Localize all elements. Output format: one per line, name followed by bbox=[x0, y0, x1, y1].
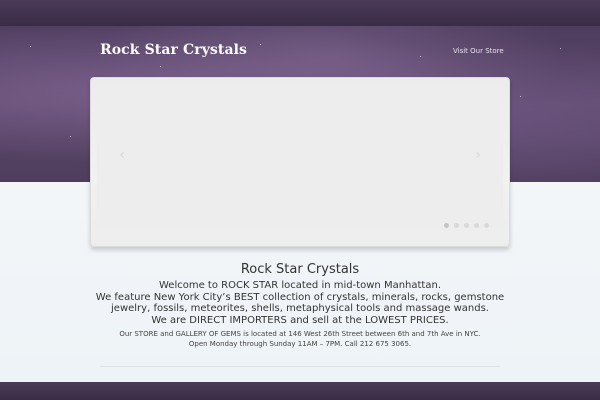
nav-visit-our-store[interactable]: Visit Our Store bbox=[453, 47, 504, 55]
chevron-left-icon[interactable]: ‹ bbox=[115, 148, 129, 162]
slider-dot[interactable] bbox=[474, 223, 479, 228]
intro-line: Welcome to ROCK STAR located in mid-town… bbox=[159, 280, 441, 291]
site-logo[interactable]: Rock Star Crystals bbox=[100, 42, 247, 58]
slider-dot[interactable] bbox=[464, 223, 469, 228]
top-bar bbox=[0, 0, 600, 26]
slider-dot[interactable] bbox=[484, 223, 489, 228]
store-info: Our STORE and GALLERY OF GEMS is located… bbox=[0, 330, 600, 349]
intro-line: We feature New York City’s BEST collecti… bbox=[95, 291, 505, 303]
image-slider[interactable]: ‹ › bbox=[90, 77, 510, 247]
intro-text: Welcome to ROCK STAR located in mid-town… bbox=[0, 280, 600, 326]
divider bbox=[100, 366, 500, 367]
chevron-right-icon[interactable]: › bbox=[471, 148, 485, 162]
page-title: Rock Star Crystals bbox=[240, 262, 360, 277]
slider-dot[interactable] bbox=[454, 223, 459, 228]
slider-dot[interactable] bbox=[444, 223, 449, 228]
slider-pagination bbox=[444, 223, 489, 228]
slide-area bbox=[97, 84, 503, 228]
store-hours: Open Monday through Sunday 11AM – 7PM. C… bbox=[188, 339, 412, 348]
main-content: Rock Star Crystals Welcome to ROCK STAR … bbox=[0, 262, 600, 349]
footer-bar bbox=[0, 382, 600, 400]
intro-line: jewelry, fossils, meteorites, shells, me… bbox=[111, 303, 489, 315]
intro-line: We are DIRECT IMPORTERS and sell at the … bbox=[151, 314, 449, 326]
store-address: Our STORE and GALLERY OF GEMS is located… bbox=[119, 330, 481, 339]
